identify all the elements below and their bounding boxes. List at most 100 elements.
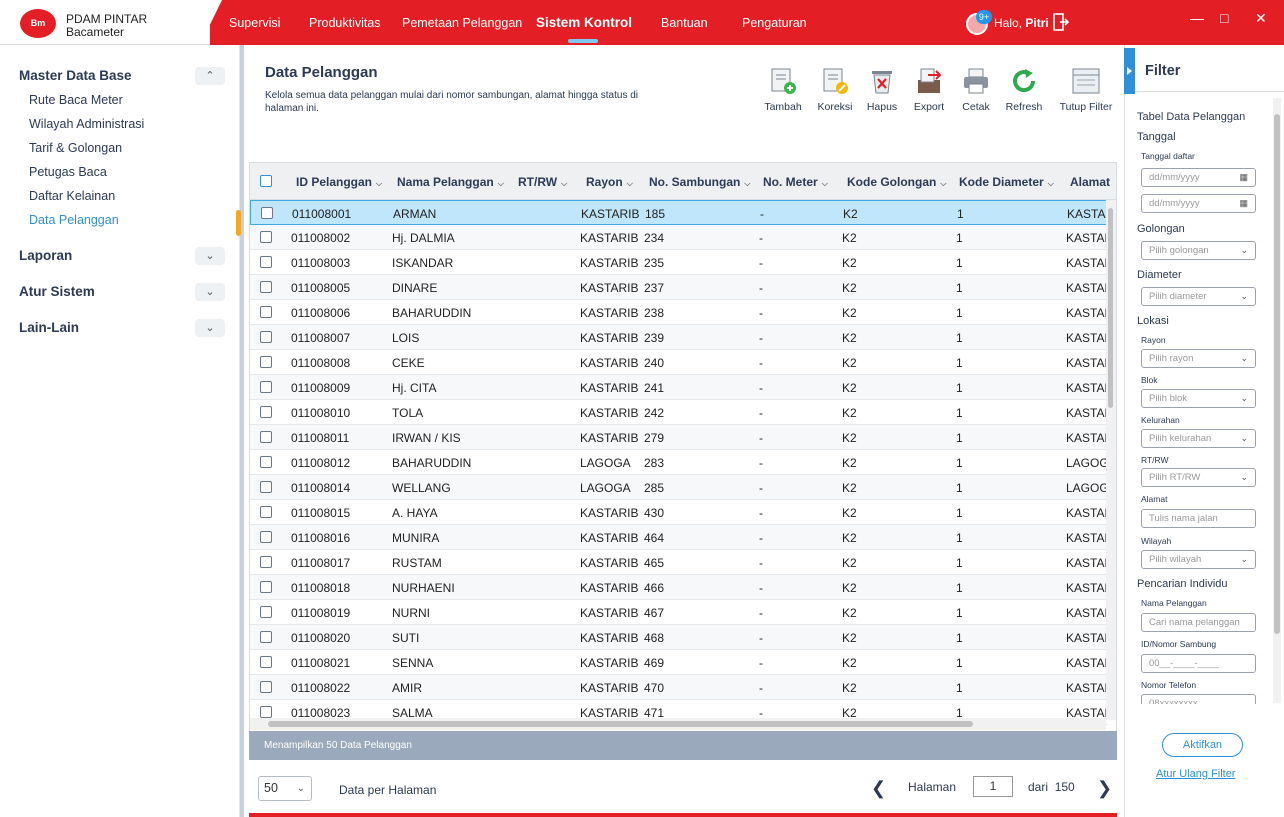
table-horizontal-scrollbar[interactable] xyxy=(250,718,1106,730)
reset-filter-link[interactable]: Atur Ulang Filter xyxy=(1156,768,1235,780)
next-page-icon[interactable]: ❯ xyxy=(1097,778,1112,799)
row-checkbox[interactable] xyxy=(260,381,272,393)
nama-pelanggan-input[interactable]: Cari nama pelanggan xyxy=(1141,613,1256,632)
scroll-thumb[interactable] xyxy=(1108,208,1113,408)
row-checkbox[interactable] xyxy=(260,256,272,268)
maximize-icon[interactable]: □ xyxy=(1220,10,1228,26)
table-row[interactable]: 011008022 AMIR KASTARIB 470- K2 1 KASTARI xyxy=(250,675,1116,700)
row-checkbox[interactable] xyxy=(260,656,272,668)
notification-badge[interactable]: 9+ xyxy=(976,10,992,24)
row-checkbox[interactable] xyxy=(260,681,272,693)
row-checkbox[interactable] xyxy=(260,231,272,243)
col-rtrw[interactable]: RT/RW ⌵ xyxy=(518,175,567,189)
table-row[interactable]: 011008017 RUSTAM KASTARIB 465- K2 1 KASTARI xyxy=(250,550,1116,575)
date-to-input[interactable]: dd/mm/yyyy ▦ xyxy=(1141,194,1256,213)
sidebar-section-master-data[interactable]: Master Data Base xyxy=(19,68,132,83)
table-row[interactable]: 011008006 BAHARUDDIN KASTARIB 238- K2 1 KASTAR… xyxy=(250,300,1116,325)
sidebar-section-atur-sistem[interactable]: Atur Sistem xyxy=(19,284,95,299)
blok-select[interactable]: Pilih blok ⌄ xyxy=(1141,389,1256,408)
id-sambung-input[interactable]: 00__-____-____ xyxy=(1141,654,1256,673)
diameter-select[interactable]: Pilih diameter ⌄ xyxy=(1141,287,1256,306)
sidebar-item-data-pelanggan[interactable]: Data Pelanggan xyxy=(29,213,119,227)
row-checkbox[interactable] xyxy=(260,606,272,618)
row-checkbox[interactable] xyxy=(260,481,272,493)
chevron-up-icon[interactable]: ⌃ xyxy=(195,67,225,85)
telepon-input[interactable]: 08xxxxxxxx xyxy=(1141,694,1256,704)
aktifkan-button[interactable]: Aktifkan xyxy=(1162,733,1243,757)
col-rayon[interactable]: Rayon ⌵ xyxy=(586,175,633,189)
tambah-button[interactable]: Tambah xyxy=(763,66,803,113)
logout-icon[interactable] xyxy=(1053,13,1070,31)
refresh-button[interactable]: Refresh xyxy=(1004,66,1044,113)
col-alamat[interactable]: Alamat xyxy=(1070,175,1110,189)
minimize-icon[interactable]: — xyxy=(1190,10,1204,26)
table-row[interactable]: 011008007 LOIS KASTARIB 239- K2 1 KASTARI xyxy=(250,325,1116,350)
kelurahan-select[interactable]: Pilih kelurahan ⌄ xyxy=(1141,429,1256,448)
close-icon[interactable]: ✕ xyxy=(1255,10,1267,27)
scroll-thumb[interactable] xyxy=(1274,114,1280,634)
table-row[interactable]: 011008014 WELLANG LAGOGA 285- K2 1 LAGOGA xyxy=(250,475,1116,500)
rayon-select[interactable]: Pilih rayon ⌄ xyxy=(1141,349,1256,368)
row-checkbox[interactable] xyxy=(260,531,272,543)
chevron-down-icon[interactable]: ⌄ xyxy=(195,283,225,301)
calendar-icon[interactable]: ▦ xyxy=(1239,195,1248,212)
sidebar-section-laporan[interactable]: Laporan xyxy=(19,248,72,263)
table-row[interactable]: 011008003 ISKANDAR KASTARIB 235- K2 1 KASTARI xyxy=(250,250,1116,275)
prev-page-icon[interactable]: ❮ xyxy=(871,778,886,799)
row-checkbox[interactable] xyxy=(261,207,273,219)
table-row[interactable]: 011008009 Hj. CITA KASTARIB 241- K2 1 KASTARI xyxy=(250,375,1116,400)
table-row[interactable]: 011008016 MUNIRA KASTARIB 464- K2 1 KASTARI xyxy=(250,525,1116,550)
row-checkbox[interactable] xyxy=(260,631,272,643)
row-checkbox[interactable] xyxy=(260,331,272,343)
row-checkbox[interactable] xyxy=(260,356,272,368)
table-row[interactable]: 011008015 A. HAYA KASTARIB 430- K2 1 KASTARI xyxy=(250,500,1116,525)
col-kode-golongan[interactable]: Kode Golongan ⌵ xyxy=(847,175,946,189)
hapus-button[interactable]: Hapus xyxy=(866,66,898,113)
table-row[interactable]: 011008001 ARMAN KASTARIB 185- K2 1 KASTARI xyxy=(250,200,1116,225)
row-checkbox[interactable] xyxy=(260,556,272,568)
export-button[interactable]: Export xyxy=(912,66,946,113)
table-row[interactable]: 011008012 BAHARUDDIN LAGOGA 283- K2 1 LAGOGA xyxy=(250,450,1116,475)
table-row[interactable]: 011008020 SUTI KASTARIB 468- K2 1 KASTARI xyxy=(250,625,1116,650)
tutup-filter-button[interactable]: Tutup Filter xyxy=(1058,66,1114,113)
col-id-pelanggan[interactable]: ID Pelanggan ⌵ xyxy=(296,175,382,189)
sidebar-item-petugas-baca[interactable]: Petugas Baca xyxy=(29,165,107,179)
sidebar-item-daftar-kelainan[interactable]: Daftar Kelainan xyxy=(29,189,115,203)
koreksi-button[interactable]: Koreksi xyxy=(816,66,854,113)
filter-collapse-tab[interactable] xyxy=(1124,48,1135,94)
scroll-thumb[interactable] xyxy=(268,721,973,727)
row-checkbox[interactable] xyxy=(260,581,272,593)
select-all-checkbox[interactable] xyxy=(260,175,272,187)
golongan-select[interactable]: Pilih golongan ⌄ xyxy=(1141,241,1256,260)
filter-scrollbar[interactable] xyxy=(1273,98,1281,703)
calendar-icon[interactable]: ▦ xyxy=(1239,169,1248,186)
row-checkbox[interactable] xyxy=(260,431,272,443)
table-row[interactable]: 011008018 NURHAENI KASTARIB 466- K2 1 KASTARI xyxy=(250,575,1116,600)
nav-supervisi[interactable]: Supervisi xyxy=(229,16,280,30)
table-row[interactable]: 011008010 TOLA KASTARIB 242- K2 1 KASTARI xyxy=(250,400,1116,425)
app-logo[interactable]: Bm xyxy=(20,9,56,38)
col-no-sambungan[interactable]: No. Sambungan ⌵ xyxy=(649,175,750,189)
date-from-input[interactable]: dd/mm/yyyy ▦ xyxy=(1141,168,1256,187)
chevron-down-icon[interactable]: ⌄ xyxy=(195,319,225,337)
alamat-input[interactable]: Tulis nama jalan xyxy=(1141,509,1256,528)
wilayah-select[interactable]: Pilih wilayah ⌄ xyxy=(1141,550,1256,569)
col-nama-pelanggan[interactable]: Nama Pelanggan ⌵ xyxy=(397,175,504,189)
nav-bantuan[interactable]: Bantuan xyxy=(661,16,708,30)
rtrw-select[interactable]: Pilih RT/RW ⌄ xyxy=(1141,468,1256,487)
nav-pemetaan-pelanggan[interactable]: Pemetaan Pelanggan xyxy=(402,16,522,30)
table-row[interactable]: 011008008 CEKE KASTARIB 240- K2 1 KASTARI xyxy=(250,350,1116,375)
cetak-button[interactable]: Cetak xyxy=(960,66,992,113)
row-checkbox[interactable] xyxy=(260,706,272,718)
nav-produktivitas[interactable]: Produktivitas xyxy=(309,16,381,30)
row-checkbox[interactable] xyxy=(260,406,272,418)
sidebar-item-rute-baca-meter[interactable]: Rute Baca Meter xyxy=(29,93,123,107)
sidebar-item-tarif-golongan[interactable]: Tarif & Golongan xyxy=(29,141,122,155)
row-checkbox[interactable] xyxy=(260,456,272,468)
chevron-down-icon[interactable]: ⌄ xyxy=(195,247,225,265)
col-no-meter[interactable]: No. Meter ⌵ xyxy=(763,175,828,189)
sidebar-section-lain-lain[interactable]: Lain-Lain xyxy=(19,320,79,335)
table-vertical-scrollbar[interactable] xyxy=(1106,200,1116,720)
sidebar-item-wilayah-administrasi[interactable]: Wilayah Administrasi xyxy=(29,117,144,131)
row-checkbox[interactable] xyxy=(260,306,272,318)
